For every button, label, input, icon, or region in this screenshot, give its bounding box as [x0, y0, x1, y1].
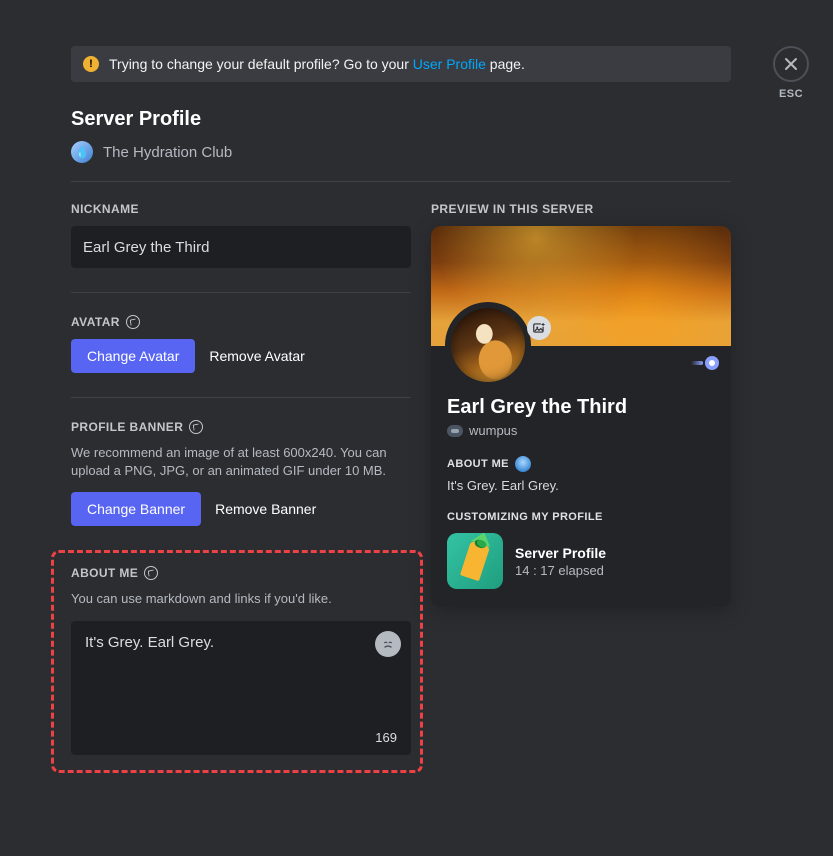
- char-count: 169: [375, 730, 397, 745]
- remove-banner-button[interactable]: Remove Banner: [215, 492, 316, 526]
- about-input-wrap: 169: [71, 621, 411, 755]
- about-label: ABOUT ME: [71, 566, 403, 580]
- change-banner-button[interactable]: Change Banner: [71, 492, 201, 526]
- page-title: Server Profile: [71, 108, 731, 131]
- activity-icon: [447, 533, 503, 589]
- profile-preview-card: Earl Grey the Third wumpus ABOUT ME It's…: [431, 226, 731, 607]
- preview-activity: Server Profile 14 : 17 elapsed: [447, 533, 715, 589]
- user-profile-link[interactable]: User Profile: [413, 56, 486, 72]
- upload-image-icon: [532, 321, 546, 335]
- remove-avatar-button[interactable]: Remove Avatar: [209, 339, 304, 373]
- server-identifier: 💧 The Hydration Club: [71, 141, 731, 163]
- preview-about-text: It's Grey. Earl Grey.: [447, 478, 715, 493]
- reset-icon: [189, 420, 203, 434]
- reset-icon: [144, 566, 158, 580]
- preview-label: PREVIEW IN THIS SERVER: [431, 202, 731, 216]
- about-textarea[interactable]: [71, 621, 411, 755]
- reset-icon: [126, 315, 140, 329]
- droplet-icon: [515, 456, 531, 472]
- divider: [71, 292, 411, 293]
- nickname-section: NICKNAME: [71, 202, 411, 268]
- activity-time: 14 : 17 elapsed: [515, 563, 606, 578]
- divider: [71, 181, 731, 182]
- change-avatar-button[interactable]: Change Avatar: [71, 339, 195, 373]
- preview-username-row: wumpus: [447, 423, 715, 438]
- close-icon: [783, 56, 799, 72]
- close-control: ESC: [773, 46, 809, 100]
- about-me-section: ABOUT ME You can use markdown and links …: [51, 550, 423, 772]
- emoji-face-icon: [379, 635, 397, 653]
- notice-bar: ! Trying to change your default profile?…: [71, 46, 731, 82]
- avatar-label: AVATAR: [71, 315, 411, 329]
- banner-section: PROFILE BANNER We recommend an image of …: [71, 420, 411, 526]
- preview-display-name: Earl Grey the Third: [447, 396, 715, 419]
- server-icon: 💧: [71, 141, 93, 163]
- notice-text: Trying to change your default profile? G…: [109, 56, 525, 72]
- banner-help: We recommend an image of at least 600x24…: [71, 444, 411, 480]
- preview-username: wumpus: [469, 423, 517, 438]
- nickname-input[interactable]: [71, 226, 411, 268]
- banner-label: PROFILE BANNER: [71, 420, 411, 434]
- server-name: The Hydration Club: [103, 144, 232, 161]
- divider: [71, 397, 411, 398]
- avatar-section: AVATAR Change Avatar Remove Avatar: [71, 315, 411, 373]
- close-label: ESC: [779, 88, 803, 100]
- upload-avatar-chip[interactable]: [527, 316, 551, 340]
- activity-title: Server Profile: [515, 545, 606, 561]
- bot-tag-icon: [447, 425, 463, 437]
- preview-avatar-container: [445, 302, 531, 388]
- about-help: You can use markdown and links if you'd …: [71, 590, 403, 608]
- preview-activity-label: CUSTOMIZING MY PROFILE: [447, 511, 715, 523]
- preview-banner[interactable]: [431, 226, 731, 346]
- warning-icon: !: [83, 56, 99, 72]
- nickname-label: NICKNAME: [71, 202, 411, 216]
- close-button[interactable]: [773, 46, 809, 82]
- emoji-picker-button[interactable]: [375, 631, 401, 657]
- preview-avatar[interactable]: [451, 308, 525, 382]
- preview-about-label: ABOUT ME: [447, 456, 715, 472]
- pencil-icon: [460, 541, 490, 581]
